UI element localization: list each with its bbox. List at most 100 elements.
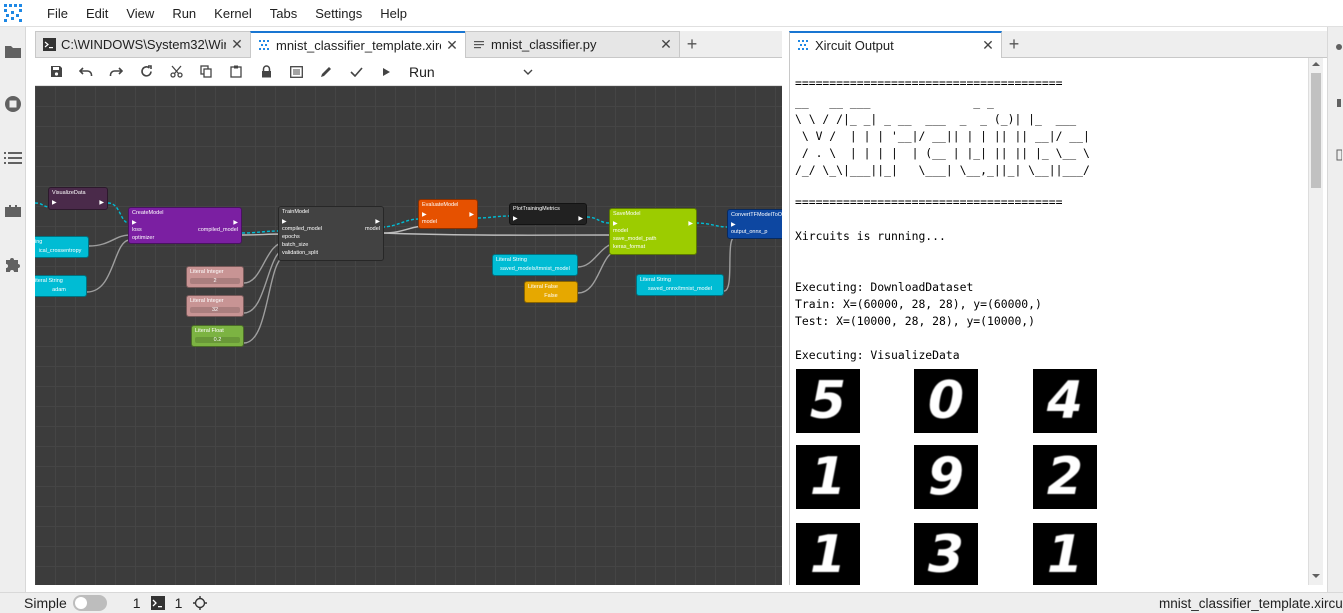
- running-kernels-icon[interactable]: [3, 94, 23, 114]
- status-bar: Simple 1 1 mnist_classifier_template.xir…: [0, 592, 1343, 613]
- editor-tab-bar: C:\WINDOWS\System32\Wir ✕ mnist_classifi…: [35, 31, 782, 58]
- menu-run[interactable]: Run: [163, 0, 205, 27]
- simple-mode-toggle[interactable]: [72, 595, 107, 611]
- node-title: Literal False: [528, 284, 558, 290]
- link-float-split: [243, 255, 287, 344]
- component-library-icon[interactable]: [3, 201, 23, 221]
- link-layer: [35, 202, 736, 344]
- menu-tabs[interactable]: Tabs: [261, 0, 306, 27]
- save-icon[interactable]: [41, 60, 71, 84]
- add-tab-button[interactable]: +: [1001, 31, 1027, 57]
- play-port-icon: ▶: [578, 215, 583, 222]
- node-literal-string-onnx[interactable]: Literal String saved_onnx/tmnist_model: [636, 274, 724, 296]
- check-icon[interactable]: [341, 60, 371, 84]
- literal-value: 2: [190, 278, 240, 284]
- menu-bar: File Edit View Run Kernel Tabs Settings …: [0, 0, 1343, 27]
- play-icon[interactable]: [371, 60, 401, 84]
- tab-label: mnist_classifier_template.xirc: [276, 38, 441, 53]
- node-title: VisualizeData: [52, 190, 86, 196]
- gear-icon[interactable]: [1332, 41, 1342, 53]
- link-string1-loss: [88, 234, 131, 247]
- file-text-icon: [472, 38, 486, 52]
- link-visualize-create: [107, 202, 129, 224]
- terminal-icon: [42, 38, 56, 52]
- workflow-canvas[interactable]: VisualizeData ▶ ▶ ing ical_crossentropy i…: [35, 86, 782, 585]
- cut-icon[interactable]: [161, 60, 191, 84]
- node-literal-integer-epochs[interactable]: Literal Integer 2: [186, 266, 244, 288]
- tab-label: C:\WINDOWS\System32\Wir: [61, 37, 226, 52]
- node-plot-training-metrics[interactable]: PlotTrainingMetrics ▶ ▶: [509, 203, 587, 225]
- play-port-icon: ▶: [731, 221, 736, 228]
- mnist-digit-image: 1: [1033, 523, 1097, 585]
- extension-puzzle-icon[interactable]: [3, 254, 23, 274]
- node-evaluate-model[interactable]: EvaluateModel ▶ ▶ model: [418, 199, 478, 229]
- node-visualize-data[interactable]: VisualizeData ▶ ▶: [48, 187, 108, 210]
- node-create-model[interactable]: CreateModel ▶ ▶ loss compiled_model optimi…: [128, 207, 242, 244]
- node-literal-string-savepath[interactable]: Literal String saved_models/tmnist_model: [492, 254, 578, 276]
- node-literal-string-optimizer[interactable]: iteral String adam: [35, 275, 87, 297]
- tab-mnist-py[interactable]: mnist_classifier.py ✕: [465, 31, 680, 57]
- node-literal-string-loss[interactable]: ing ical_crossentropy: [35, 236, 89, 258]
- node-literal-integer-batch[interactable]: Literal Integer 32: [186, 295, 244, 317]
- kernel-status-icon[interactable]: [193, 596, 208, 610]
- menu-help[interactable]: Help: [371, 0, 416, 27]
- menu-kernel[interactable]: Kernel: [205, 0, 261, 27]
- undo-icon[interactable]: [71, 60, 101, 84]
- node-save-model[interactable]: SaveModel ▶ ▶ model save_model_path keras…: [609, 208, 697, 255]
- close-icon[interactable]: ✕: [659, 36, 673, 52]
- mnist-digit-image: 3: [914, 523, 978, 585]
- terminal-count[interactable]: 1: [175, 595, 183, 611]
- node-literal-float[interactable]: Literal Float 0.2: [191, 325, 244, 347]
- menu-file[interactable]: File: [38, 0, 77, 27]
- add-tab-button[interactable]: +: [679, 31, 705, 57]
- redo-icon[interactable]: [101, 60, 131, 84]
- paste-icon[interactable]: [221, 60, 251, 84]
- port-epochs: epochs: [282, 234, 300, 240]
- copy-icon[interactable]: [191, 60, 221, 84]
- folder-icon[interactable]: [3, 41, 23, 61]
- ascii-art-line: \ \ / /|_ _| _ __ ___ _ _ (_)| |_ ___: [795, 112, 1077, 126]
- digit-label: 1: [1046, 525, 1084, 585]
- play-port-icon: ▶: [233, 219, 238, 226]
- toggle-knob: [74, 597, 87, 609]
- command-list-icon[interactable]: [3, 148, 23, 168]
- close-icon[interactable]: ✕: [445, 37, 459, 53]
- chevron-down-icon: [523, 69, 533, 75]
- edit-icon[interactable]: [311, 60, 341, 84]
- node-title: PlotTrainingMetrics: [513, 206, 560, 212]
- debugger-icon[interactable]: [1332, 97, 1342, 109]
- kernel-count[interactable]: 1: [133, 595, 141, 611]
- log-icon[interactable]: [281, 60, 311, 84]
- tab-xircuit-output[interactable]: Xircuit Output ✕: [789, 31, 1002, 58]
- property-inspector-icon[interactable]: [1332, 149, 1342, 161]
- scroll-down-icon[interactable]: [1312, 573, 1320, 579]
- node-title: iteral String: [35, 278, 63, 284]
- ascii-art-line: __ __ ___ _ _: [795, 95, 994, 109]
- xircuits-logo-icon: [4, 4, 22, 22]
- run-type-select[interactable]: Run: [409, 61, 539, 83]
- link-train-save-model: [381, 232, 619, 236]
- ascii-art-line: / . \ | | | | | (__ | |_| || || |_ \__ \: [795, 146, 1090, 160]
- literal-value: adam: [52, 287, 66, 293]
- scrollbar-thumb[interactable]: [1311, 73, 1321, 188]
- link-plot-save: [586, 216, 610, 224]
- lock-icon[interactable]: [251, 60, 281, 84]
- node-train-model[interactable]: TrainModel ▶ ▶ compiled_model model epochs…: [278, 206, 384, 261]
- port-compiled-model: compiled_model: [282, 226, 323, 232]
- node-title: TrainModel: [282, 209, 310, 215]
- node-literal-false[interactable]: Literal False False: [524, 281, 578, 303]
- digit-label: 0: [927, 371, 965, 431]
- menu-view[interactable]: View: [117, 0, 163, 27]
- reload-icon[interactable]: [131, 60, 161, 84]
- train-shape-line: Train: X=(60000, 28, 28), y=(60000,): [795, 297, 1042, 311]
- menu-edit[interactable]: Edit: [77, 0, 117, 27]
- digit-label: 2: [1046, 447, 1084, 507]
- menu-settings[interactable]: Settings: [306, 0, 371, 27]
- output-scrollbar[interactable]: [1308, 58, 1323, 585]
- close-icon[interactable]: ✕: [230, 36, 244, 52]
- tab-terminal[interactable]: C:\WINDOWS\System32\Wir ✕: [35, 31, 251, 57]
- tab-mnist-template[interactable]: mnist_classifier_template.xirc ✕: [250, 31, 466, 58]
- scroll-up-icon[interactable]: [1312, 61, 1320, 67]
- node-convert-tf-to-onnx[interactable]: ConvertTFModelToOnnx ▶ output_onnx_p: [727, 209, 782, 239]
- close-icon[interactable]: ✕: [981, 37, 995, 53]
